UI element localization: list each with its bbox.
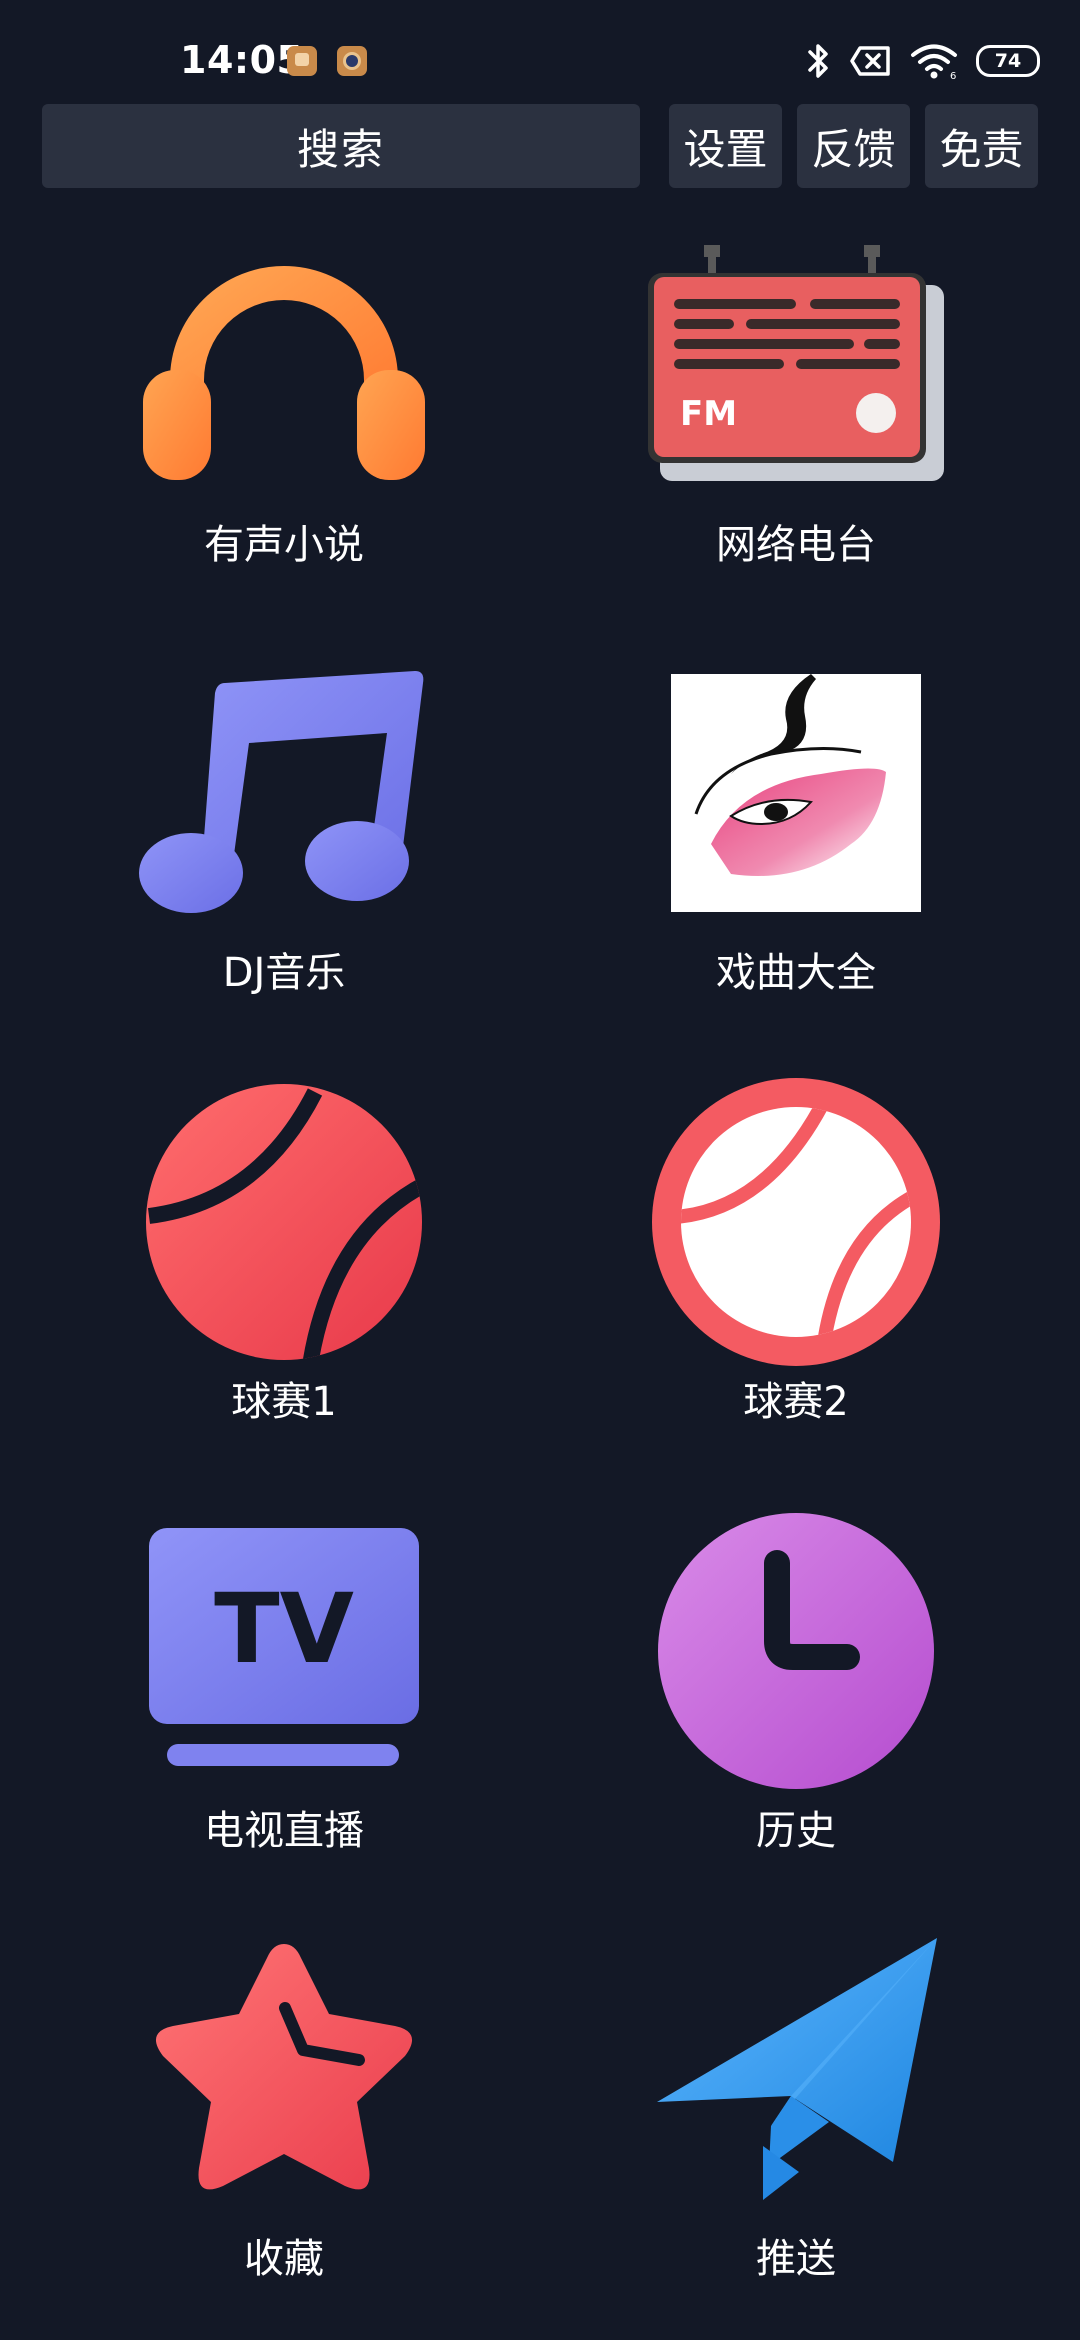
ball-icon <box>129 1077 439 1367</box>
grid-item-radio[interactable]: FM 网络电台 <box>596 220 996 600</box>
grid-item-label: 戏曲大全 <box>716 950 876 996</box>
svg-text:TV: TV <box>214 1573 354 1685</box>
grid-item-label: DJ音乐 <box>222 950 346 996</box>
grid-item-label: 电视直播 <box>204 1808 364 1854</box>
grid-item-label: 收藏 <box>244 2236 324 2282</box>
battery-icon: 74 <box>976 45 1040 77</box>
grid-item-match-1[interactable]: 球赛1 <box>84 1077 484 1457</box>
star-icon <box>129 1926 439 2216</box>
disclaimer-button[interactable]: 免责 <box>925 104 1038 188</box>
settings-button[interactable]: 设置 <box>669 104 782 188</box>
music-note-icon <box>129 648 439 938</box>
paper-plane-icon <box>641 1926 951 2216</box>
grid-item-label: 历史 <box>756 1808 836 1854</box>
bluetooth-icon <box>808 44 828 78</box>
grid-item-push[interactable]: 推送 <box>596 1926 996 2306</box>
notification-app-icon <box>337 46 367 76</box>
grid-item-match-2[interactable]: 球赛2 <box>596 1077 996 1457</box>
feedback-button[interactable]: 反馈 <box>797 104 910 188</box>
grid-item-label: 推送 <box>756 2236 836 2282</box>
grid-item-label: 网络电台 <box>716 522 876 568</box>
grid-item-favorites[interactable]: 收藏 <box>84 1926 484 2306</box>
system-icons: 6 74 <box>806 38 1040 84</box>
fm-radio-icon: FM <box>641 220 951 510</box>
grid-item-live-tv[interactable]: TV 电视直播 <box>84 1506 484 1886</box>
search-button[interactable]: 搜索 <box>42 104 640 188</box>
svg-text:FM: FM <box>680 394 737 434</box>
status-time: 14:05 <box>180 38 304 82</box>
status-bar: 14:05 6 74 <box>0 0 1080 100</box>
grid-item-audiobook[interactable]: 有声小说 <box>84 220 484 600</box>
tv-icon: TV <box>129 1506 439 1796</box>
headphones-icon <box>129 220 439 510</box>
no-sim-icon <box>850 46 890 76</box>
wifi-icon: 6 <box>911 44 957 80</box>
ball-outline-icon <box>641 1077 951 1367</box>
grid-item-label: 球赛2 <box>743 1379 849 1425</box>
grid-item-dj-music[interactable]: DJ音乐 <box>84 648 484 1028</box>
grid-item-opera[interactable]: 戏曲大全 <box>596 648 996 1028</box>
clock-icon <box>641 1506 951 1796</box>
grid-item-label: 球赛1 <box>231 1379 337 1425</box>
notification-app-icon <box>287 46 317 76</box>
svg-text:6: 6 <box>950 71 956 80</box>
grid-item-history[interactable]: 历史 <box>596 1506 996 1886</box>
battery-level: 74 <box>994 50 1022 72</box>
opera-face-icon <box>641 648 951 938</box>
grid-item-label: 有声小说 <box>204 522 364 568</box>
app-screen: 14:05 6 74 搜索 设置 反馈 免责 有声小说 FM 网络电台 DJ音乐… <box>0 0 1080 2340</box>
